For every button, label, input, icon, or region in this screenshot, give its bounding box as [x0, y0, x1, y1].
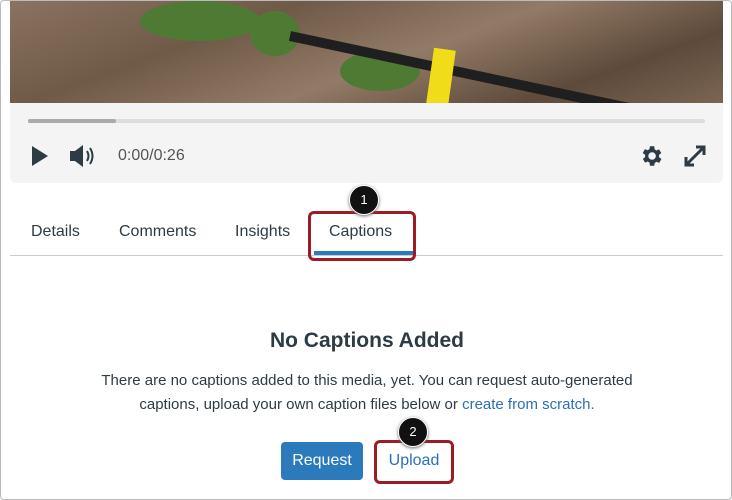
create-from-scratch-link[interactable]: create from scratch. [462, 396, 595, 413]
video-preview[interactable] [10, 1, 723, 133]
callout-badge-1: 1 [349, 185, 379, 215]
volume-icon[interactable] [68, 143, 96, 169]
settings-gear-icon[interactable] [638, 143, 664, 169]
tab-details[interactable]: Details [31, 223, 80, 241]
time-display: 0:00/0:26 [118, 147, 185, 164]
play-icon[interactable] [30, 145, 50, 167]
callout-badge-2: 2 [398, 417, 428, 447]
empty-state-description: There are no captions added to this medi… [81, 369, 653, 417]
empty-state-title: No Captions Added [269, 329, 465, 352]
media-page: 0:00/0:26 Details Comments Insights Capt… [0, 0, 732, 500]
player-controls: 0:00/0:26 [10, 103, 723, 183]
video-plant [140, 1, 260, 41]
video-tag [426, 47, 456, 107]
fullscreen-expand-icon[interactable] [682, 143, 708, 169]
request-button[interactable]: Request [281, 442, 363, 480]
progress-fill [28, 119, 116, 123]
tab-comments[interactable]: Comments [119, 223, 196, 241]
callout-highlight-captions [308, 211, 416, 261]
tab-insights[interactable]: Insights [235, 223, 290, 241]
progress-bar[interactable] [28, 119, 705, 123]
